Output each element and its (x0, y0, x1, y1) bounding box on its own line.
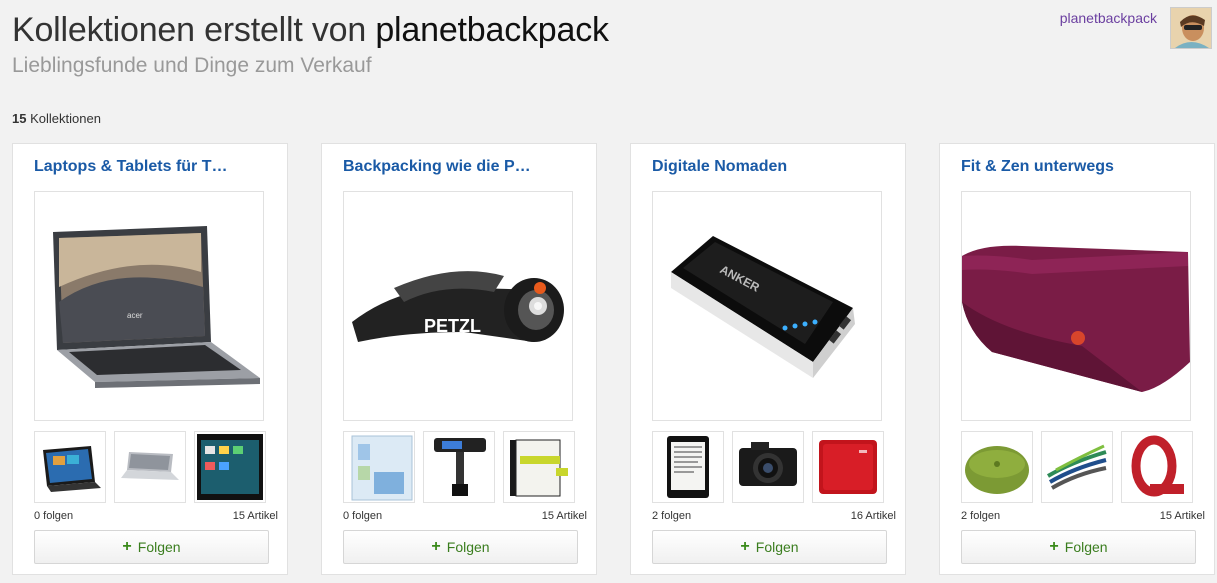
collection-thumbnails (343, 431, 583, 503)
collection-card: Laptops & Tablets für T… acer 0 folgen 1… (12, 143, 288, 575)
headlamp-brand: PETZL (424, 316, 481, 336)
follow-button-label: Folgen (755, 539, 799, 555)
collection-cover-laptop[interactable]: acer (34, 191, 264, 421)
collection-thumbnails (961, 431, 1201, 503)
follow-button[interactable]: + Folgen (34, 530, 269, 564)
follow-button[interactable]: + Folgen (961, 530, 1196, 564)
collection-title[interactable]: Digitale Nomaden (652, 158, 882, 176)
article-count: 16 Artikel (850, 510, 896, 522)
article-count: 15 Artikel (232, 510, 278, 522)
plus-icon: + (740, 538, 750, 555)
collection-card: Backpacking wie die P… PETZL 0 folgen 15… (321, 143, 597, 575)
follow-button[interactable]: + Folgen (343, 530, 578, 564)
thumbnail-resistance-bands[interactable] (1041, 431, 1113, 503)
collection-card: Digitale Nomaden ANKER 2 folgen 16 Artik… (630, 143, 906, 575)
thumbnail-external-drive[interactable] (812, 431, 884, 503)
title-owner: planetbackpack (375, 11, 609, 49)
collection-title[interactable]: Fit & Zen unterwegs (961, 158, 1191, 176)
thumbnail-yoga-strap[interactable] (1121, 431, 1193, 503)
follow-button-label: Folgen (1064, 539, 1108, 555)
thumbnail-tablet[interactable] (34, 431, 106, 503)
follow-button[interactable]: + Folgen (652, 530, 887, 564)
thumbnail-ultrabook[interactable] (114, 431, 186, 503)
collection-count-label: Kollektionen (30, 111, 101, 126)
user-profile-link[interactable]: planetbackpack (1060, 10, 1157, 26)
collection-cover-yoga-mat[interactable] (961, 191, 1191, 421)
collection-title[interactable]: Laptops & Tablets für T… (34, 158, 264, 176)
plus-icon: + (431, 538, 441, 555)
collection-thumbnails (652, 431, 892, 503)
page-subtitle: Lieblingsfunde und Dinge zum Verkauf (12, 54, 372, 77)
follower-count: 0 folgen (343, 510, 383, 522)
avatar[interactable] (1170, 7, 1212, 49)
laptop-brand: acer (127, 311, 143, 320)
collection-card: Fit & Zen unterwegs 2 folgen 15 Artikel … (939, 143, 1215, 575)
thumbnail-ereader[interactable] (652, 431, 724, 503)
collection-count: 15 Kollektionen (12, 111, 101, 126)
collection-cover-powerbank[interactable]: ANKER (652, 191, 882, 421)
collection-count-number: 15 (12, 111, 27, 126)
article-count: 15 Artikel (541, 510, 587, 522)
follower-count: 2 folgen (961, 510, 1001, 522)
collection-title[interactable]: Backpacking wie die P… (343, 158, 573, 176)
thumbnail-notebook[interactable] (503, 431, 575, 503)
thumbnail-meditation-cushion[interactable] (961, 431, 1033, 503)
page-title: Kollektionen erstellt von planetbackpack (12, 8, 609, 52)
thumbnail-document-bag[interactable] (343, 431, 415, 503)
title-prefix: Kollektionen erstellt von (12, 11, 376, 49)
thumbnail-luggage-scale[interactable] (423, 431, 495, 503)
follow-button-label: Folgen (446, 539, 490, 555)
collection-thumbnails (34, 431, 274, 503)
plus-icon: + (122, 538, 132, 555)
collection-cover-headlamp[interactable]: PETZL (343, 191, 573, 421)
follower-count: 2 folgen (652, 510, 692, 522)
article-count: 15 Artikel (1159, 510, 1205, 522)
follow-button-label: Folgen (137, 539, 181, 555)
thumbnail-android-tablet[interactable] (194, 431, 266, 503)
page-header: Kollektionen erstellt von planetbackpack… (12, 8, 609, 80)
thumbnail-camera[interactable] (732, 431, 804, 503)
plus-icon: + (1049, 538, 1059, 555)
follower-count: 0 folgen (34, 510, 74, 522)
